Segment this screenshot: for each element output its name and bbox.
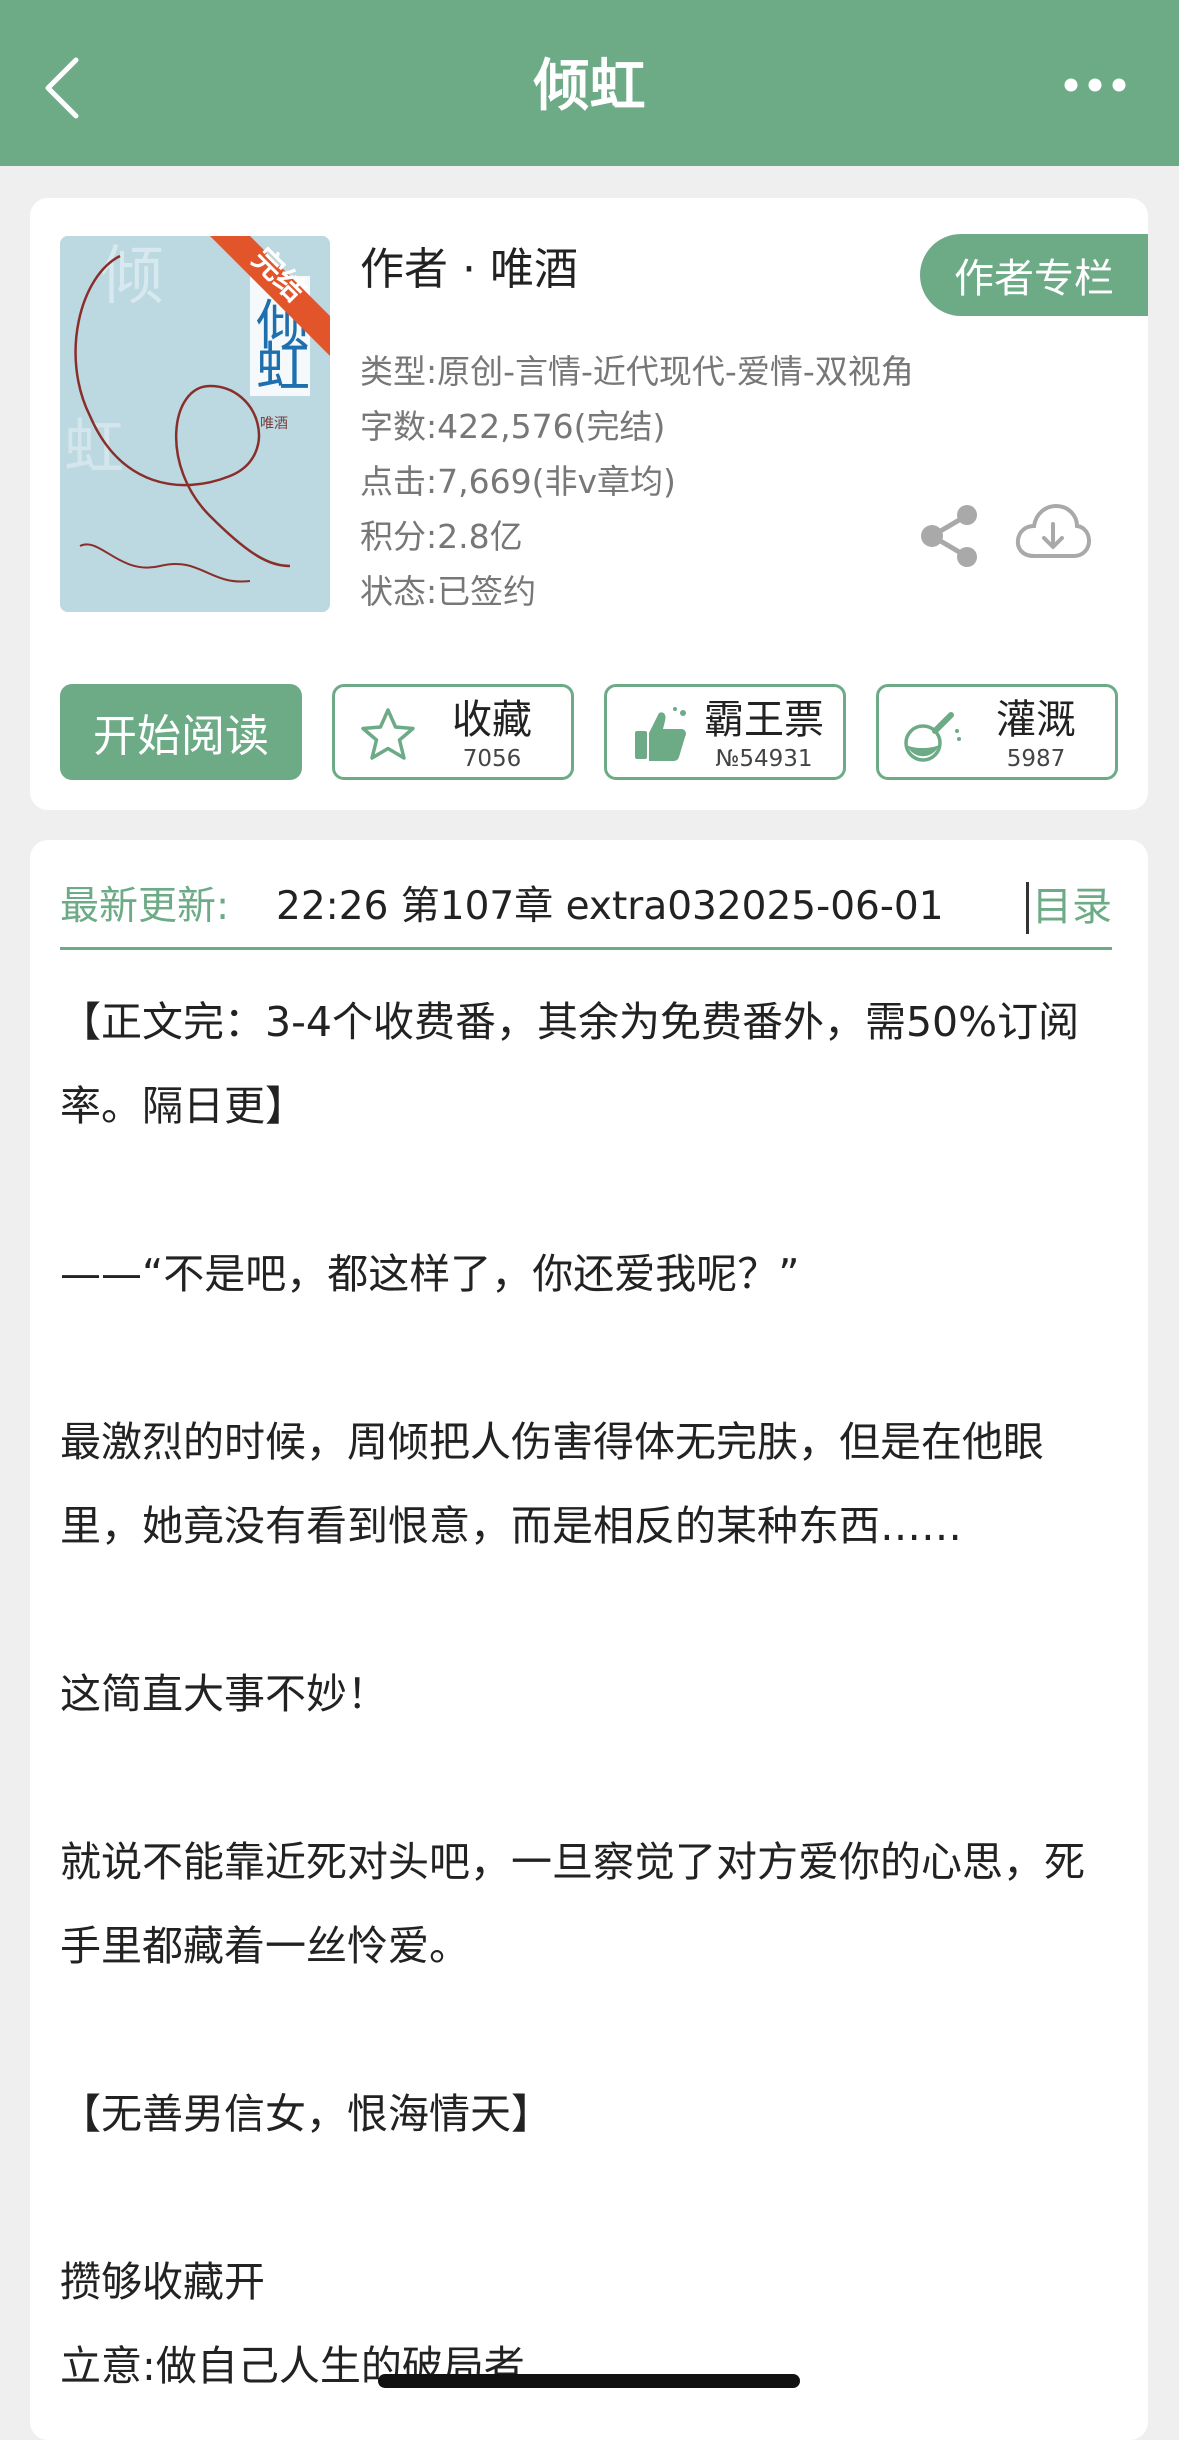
meta-status: 状态:已签约: [360, 572, 537, 611]
desc-paragraph: 这简直大事不妙！: [60, 1670, 388, 1718]
start-reading-button[interactable]: 开始阅读: [60, 684, 302, 780]
desc-paragraph: 立意:做自己人生的破局者: [60, 2342, 525, 2390]
divider: [1026, 882, 1029, 934]
desc-paragraph: 最激烈的时候，周倾把人伤害得体无完肤，但是在他眼里，她竟没有看到恨意，而是相反的…: [60, 1418, 1044, 1550]
table-of-contents-link[interactable]: 目录: [1032, 882, 1112, 932]
author-name[interactable]: 作者 · 唯酒: [360, 240, 578, 300]
desc-paragraph: 【无善男信女，恨海情天】: [60, 2090, 552, 2138]
flask-icon: [904, 712, 961, 762]
latest-update-label: 最新更新:: [60, 884, 230, 929]
book-info-card: 倾 虹 倾 虹 唯酒 完结 作者 · 唯酒 作者专栏 类型:原创-言情-近代现代…: [30, 198, 1148, 810]
book-description-card: 最新更新: 22:26 第107章 extra032025-06-01 目录 【…: [30, 840, 1148, 2440]
thumbs-up-icon: [635, 707, 686, 761]
page-title: 倾虹: [533, 54, 646, 119]
more-button[interactable]: [1063, 70, 1127, 100]
book-cover[interactable]: 倾 虹 倾 虹 唯酒 完结: [60, 236, 330, 612]
meta-clicks: 点击:7,669(非v章均): [360, 462, 676, 501]
water-button[interactable]: 灌溉 5987: [876, 684, 1118, 780]
collect-count: 7056: [462, 746, 522, 772]
cover-title-2: 虹: [256, 336, 310, 399]
meta-score: 积分:2.8亿: [360, 517, 523, 556]
author-column-button[interactable]: 作者专栏: [920, 234, 1148, 316]
home-indicator[interactable]: [378, 2374, 800, 2388]
download-button[interactable]: [1014, 498, 1092, 568]
vote-count: №54931: [715, 746, 813, 772]
more-horizontal-icon: [1064, 78, 1126, 92]
desc-paragraph: 就说不能靠近死对头吧，一旦察觉了对方爱你的心思，死手里都藏着一丝怜爱。: [60, 1838, 1085, 1970]
vote-label: 霸王票: [704, 697, 824, 743]
desc-paragraph: 攒够收藏开: [60, 2258, 265, 2306]
top-nav-bar: 倾虹: [0, 0, 1179, 166]
vote-button[interactable]: 霸王票 №54931: [604, 684, 846, 780]
cover-author: 唯酒: [260, 416, 288, 432]
latest-update-row[interactable]: 最新更新: 22:26 第107章 extra032025-06-01 目录: [60, 870, 1112, 950]
collect-label: 收藏: [452, 697, 532, 743]
desc-paragraph: ——“不是吧，都这样了，你还爱我呢？”: [60, 1250, 800, 1298]
cloud-download-icon: [1015, 503, 1092, 558]
cover-art: 倾 虹 倾 虹 唯酒 完结: [60, 236, 330, 612]
meta-genre: 类型:原创-言情-近代现代-爱情-双视角: [360, 352, 914, 391]
book-meta-list: 类型:原创-言情-近代现代-爱情-双视角 字数:422,576(完结) 点击:7…: [360, 344, 914, 619]
water-label: 灌溉: [996, 697, 1076, 743]
star-icon: [361, 708, 415, 760]
latest-chapter-link[interactable]: 22:26 第107章 extra032025-06-01: [276, 882, 1006, 932]
water-count: 5987: [1006, 746, 1066, 772]
cover-watermark-1: 倾: [100, 240, 164, 314]
collect-button[interactable]: 收藏 7056: [332, 684, 574, 780]
meta-word-count: 字数:422,576(完结): [360, 407, 666, 446]
description-body: 【正文完：3-4个收费番，其余为免费番外，需50%订阅率。隔日更】 ——“不是吧…: [60, 980, 1118, 2408]
share-icon: [921, 505, 977, 567]
share-button[interactable]: [918, 504, 982, 568]
desc-paragraph: 【正文完：3-4个收费番，其余为免费番外，需50%订阅率。隔日更】: [60, 998, 1080, 1130]
